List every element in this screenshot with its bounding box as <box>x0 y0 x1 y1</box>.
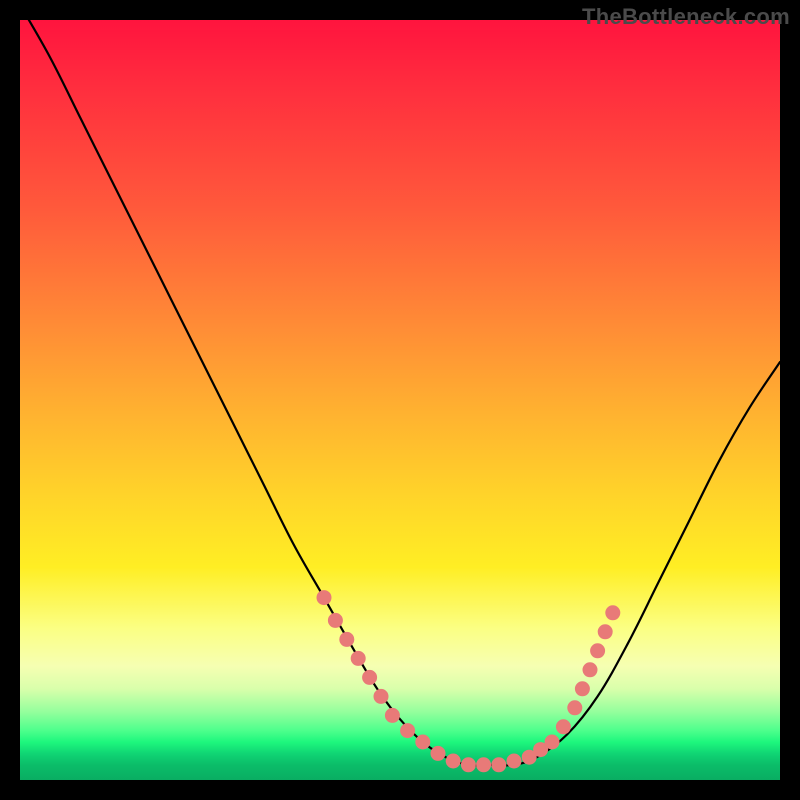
data-marker <box>446 754 460 768</box>
data-marker <box>431 746 445 760</box>
chart-svg <box>20 20 780 780</box>
data-marker <box>385 708 399 722</box>
bottleneck-curve <box>20 5 780 766</box>
data-marker <box>556 720 570 734</box>
data-marker <box>568 701 582 715</box>
data-marker <box>416 735 430 749</box>
data-marker <box>317 591 331 605</box>
data-marker <box>461 758 475 772</box>
data-marker <box>575 682 589 696</box>
data-marker <box>351 651 365 665</box>
data-marker <box>598 625 612 639</box>
data-marker <box>477 758 491 772</box>
marker-group <box>317 591 620 772</box>
data-marker <box>340 632 354 646</box>
chart-frame: TheBottleneck.com <box>0 0 800 800</box>
data-marker <box>492 758 506 772</box>
data-marker <box>591 644 605 658</box>
data-marker <box>401 724 415 738</box>
data-marker <box>328 613 342 627</box>
data-marker <box>606 606 620 620</box>
data-marker <box>583 663 597 677</box>
watermark-text: TheBottleneck.com <box>582 4 790 30</box>
data-marker <box>545 735 559 749</box>
data-marker <box>363 670 377 684</box>
data-marker <box>507 754 521 768</box>
data-marker <box>374 689 388 703</box>
plot-area <box>20 20 780 780</box>
